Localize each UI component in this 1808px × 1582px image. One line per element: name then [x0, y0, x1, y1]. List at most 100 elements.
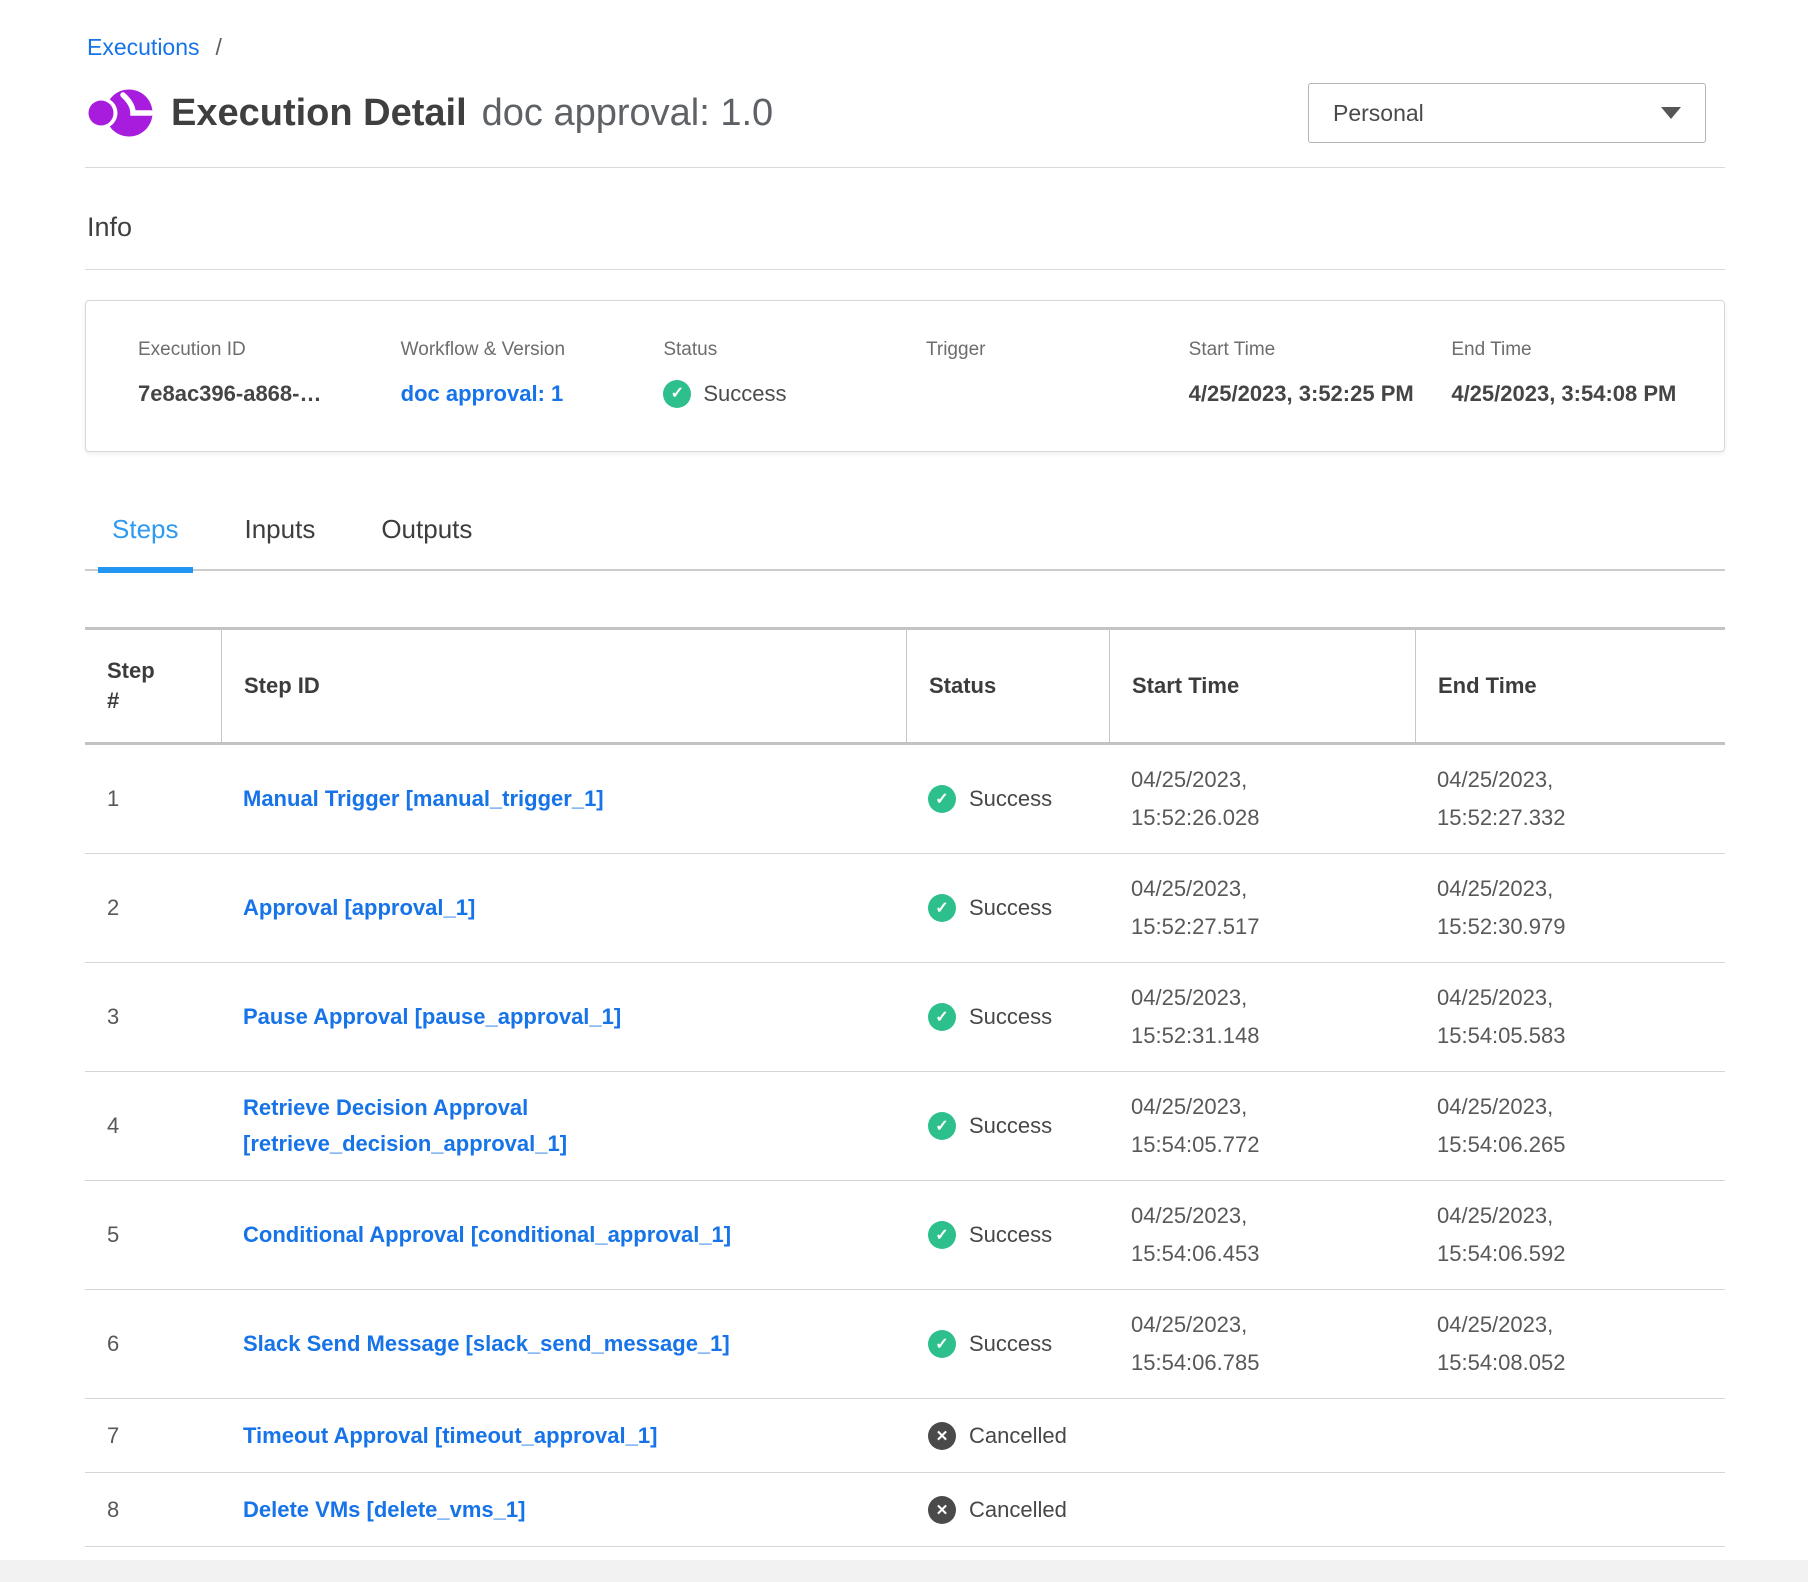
breadcrumb-executions-link[interactable]: Executions — [87, 34, 200, 61]
table-row: 4 Retrieve Decision Approval[retrieve_de… — [85, 1072, 1725, 1181]
step-id-link[interactable]: Delete VMs [delete_vms_1] — [243, 1497, 525, 1522]
status-cell: ✓ Success — [906, 769, 1109, 829]
start-time-cell: 04/25/2023,15:52:27.517 — [1109, 854, 1415, 962]
status-label: Success — [969, 1113, 1052, 1139]
success-icon: ✓ — [928, 894, 956, 922]
start-time-value: 4/25/2023, 3:52:25 PM — [1189, 377, 1424, 411]
status-label: Success — [969, 1004, 1052, 1030]
steps-table-body: 1 Manual Trigger [manual_trigger_1] ✓ Su… — [85, 745, 1725, 1547]
column-header-start-time: Start Time — [1109, 630, 1415, 742]
status-cell: ✓ Success — [906, 1314, 1109, 1374]
execution-id-value: 7e8ac396-a868-… — [138, 377, 373, 411]
status-label: Success — [969, 895, 1052, 921]
step-id-link[interactable]: Conditional Approval [conditional_approv… — [243, 1222, 731, 1247]
page-title: Execution Detail — [171, 92, 467, 135]
table-row: 5 Conditional Approval [conditional_appr… — [85, 1181, 1725, 1290]
status-cell: ✓ Success — [906, 987, 1109, 1047]
column-header-step-id: Step ID — [221, 630, 906, 742]
step-number: 8 — [85, 1481, 221, 1539]
table-row: 8 Delete VMs [delete_vms_1] ✕ Cancelled — [85, 1473, 1725, 1547]
steps-table-header: Step # Step ID Status Start Time End Tim… — [85, 627, 1725, 745]
tab-steps[interactable]: Steps — [98, 514, 193, 569]
info-label: Execution ID — [138, 339, 373, 361]
success-icon: ✓ — [928, 1221, 956, 1249]
start-time-cell: 04/25/2023,15:54:06.453 — [1109, 1181, 1415, 1289]
info-field-end-time: End Time 4/25/2023, 3:54:08 PM — [1451, 339, 1714, 411]
status-cell: ✕ Cancelled — [906, 1406, 1109, 1466]
status-cell: ✓ Success — [906, 878, 1109, 938]
execution-detail-page: Executions / Execution Detail doc approv… — [0, 0, 1808, 1547]
end-time-cell — [1415, 1420, 1725, 1452]
step-id-link[interactable]: Pause Approval [pause_approval_1] — [243, 1004, 621, 1029]
status-label: Cancelled — [969, 1497, 1067, 1523]
end-time-value: 4/25/2023, 3:54:08 PM — [1451, 377, 1686, 411]
info-field-execution-id: Execution ID 7e8ac396-a868-… — [138, 339, 401, 411]
step-id-link[interactable]: Approval [approval_1] — [243, 895, 475, 920]
table-row: 1 Manual Trigger [manual_trigger_1] ✓ Su… — [85, 745, 1725, 854]
info-field-status: Status ✓ Success — [663, 339, 926, 411]
step-number: 1 — [85, 770, 221, 828]
info-label: Start Time — [1189, 339, 1424, 361]
step-number: 3 — [85, 988, 221, 1046]
step-id-link[interactable]: Manual Trigger [manual_trigger_1] — [243, 786, 604, 811]
info-field-trigger: Trigger — [926, 339, 1189, 411]
workflow-icon — [87, 84, 153, 142]
column-header-end-time: End Time — [1415, 630, 1725, 742]
step-number: 4 — [85, 1097, 221, 1155]
end-time-cell: 04/25/2023,15:54:08.052 — [1415, 1290, 1725, 1398]
step-id-link[interactable]: Retrieve Decision Approval[retrieve_deci… — [243, 1095, 567, 1156]
start-time-cell: 04/25/2023,15:54:06.785 — [1109, 1290, 1415, 1398]
workflow-version-link[interactable]: doc approval: 1 — [401, 381, 564, 406]
success-icon: ✓ — [928, 1330, 956, 1358]
table-row: 2 Approval [approval_1] ✓ Success 04/25/… — [85, 854, 1725, 963]
scope-dropdown[interactable]: Personal — [1308, 83, 1706, 143]
chevron-down-icon — [1661, 107, 1681, 119]
info-label: Status — [663, 339, 898, 361]
status-cell: ✕ Cancelled — [906, 1480, 1109, 1540]
step-number: 6 — [85, 1315, 221, 1373]
title-row: Execution Detail doc approval: 1.0 Perso… — [85, 83, 1725, 143]
table-row: 3 Pause Approval [pause_approval_1] ✓ Su… — [85, 963, 1725, 1072]
execution-status-value: Success — [703, 377, 786, 411]
start-time-cell: 04/25/2023,15:54:05.772 — [1109, 1072, 1415, 1180]
table-row: 7 Timeout Approval [timeout_approval_1] … — [85, 1399, 1725, 1473]
status-label: Success — [969, 786, 1052, 812]
status-label: Cancelled — [969, 1423, 1067, 1449]
end-time-cell: 04/25/2023,15:54:05.583 — [1415, 963, 1725, 1071]
start-time-cell: 04/25/2023,15:52:31.148 — [1109, 963, 1415, 1071]
start-time-cell — [1109, 1494, 1415, 1526]
info-label: End Time — [1451, 339, 1686, 361]
info-divider — [85, 269, 1725, 270]
info-section-heading: Info — [87, 212, 1725, 243]
success-icon: ✓ — [663, 380, 691, 408]
info-label: Workflow & Version — [401, 339, 636, 361]
tab-inputs[interactable]: Inputs — [231, 514, 330, 569]
cancelled-icon: ✕ — [928, 1422, 956, 1450]
info-label: Trigger — [926, 339, 1161, 361]
status-label: Success — [969, 1222, 1052, 1248]
info-field-workflow: Workflow & Version doc approval: 1 — [401, 339, 664, 411]
end-time-cell — [1415, 1494, 1725, 1526]
end-time-cell: 04/25/2023,15:54:06.265 — [1415, 1072, 1725, 1180]
start-time-cell: 04/25/2023,15:52:26.028 — [1109, 745, 1415, 853]
column-header-status: Status — [906, 630, 1109, 742]
end-time-cell: 04/25/2023,15:52:30.979 — [1415, 854, 1725, 962]
success-icon: ✓ — [928, 1112, 956, 1140]
info-card: Execution ID 7e8ac396-a868-… Workflow & … — [85, 300, 1725, 452]
step-id-link[interactable]: Timeout Approval [timeout_approval_1] — [243, 1423, 657, 1448]
step-id-link[interactable]: Slack Send Message [slack_send_message_1… — [243, 1331, 730, 1356]
info-field-start-time: Start Time 4/25/2023, 3:52:25 PM — [1189, 339, 1452, 411]
step-number: 7 — [85, 1407, 221, 1465]
breadcrumb: Executions / — [87, 34, 1725, 61]
step-number: 5 — [85, 1206, 221, 1264]
column-header-step-num: Step # — [85, 630, 221, 742]
status-cell: ✓ Success — [906, 1205, 1109, 1265]
end-time-cell: 04/25/2023,15:54:06.592 — [1415, 1181, 1725, 1289]
status-label: Success — [969, 1331, 1052, 1357]
start-time-cell — [1109, 1420, 1415, 1452]
page-bottom-strip — [0, 1560, 1808, 1582]
cancelled-icon: ✕ — [928, 1496, 956, 1524]
breadcrumb-separator: / — [216, 34, 222, 61]
tab-outputs[interactable]: Outputs — [367, 514, 486, 569]
detail-tabs: Steps Inputs Outputs — [85, 514, 1725, 571]
